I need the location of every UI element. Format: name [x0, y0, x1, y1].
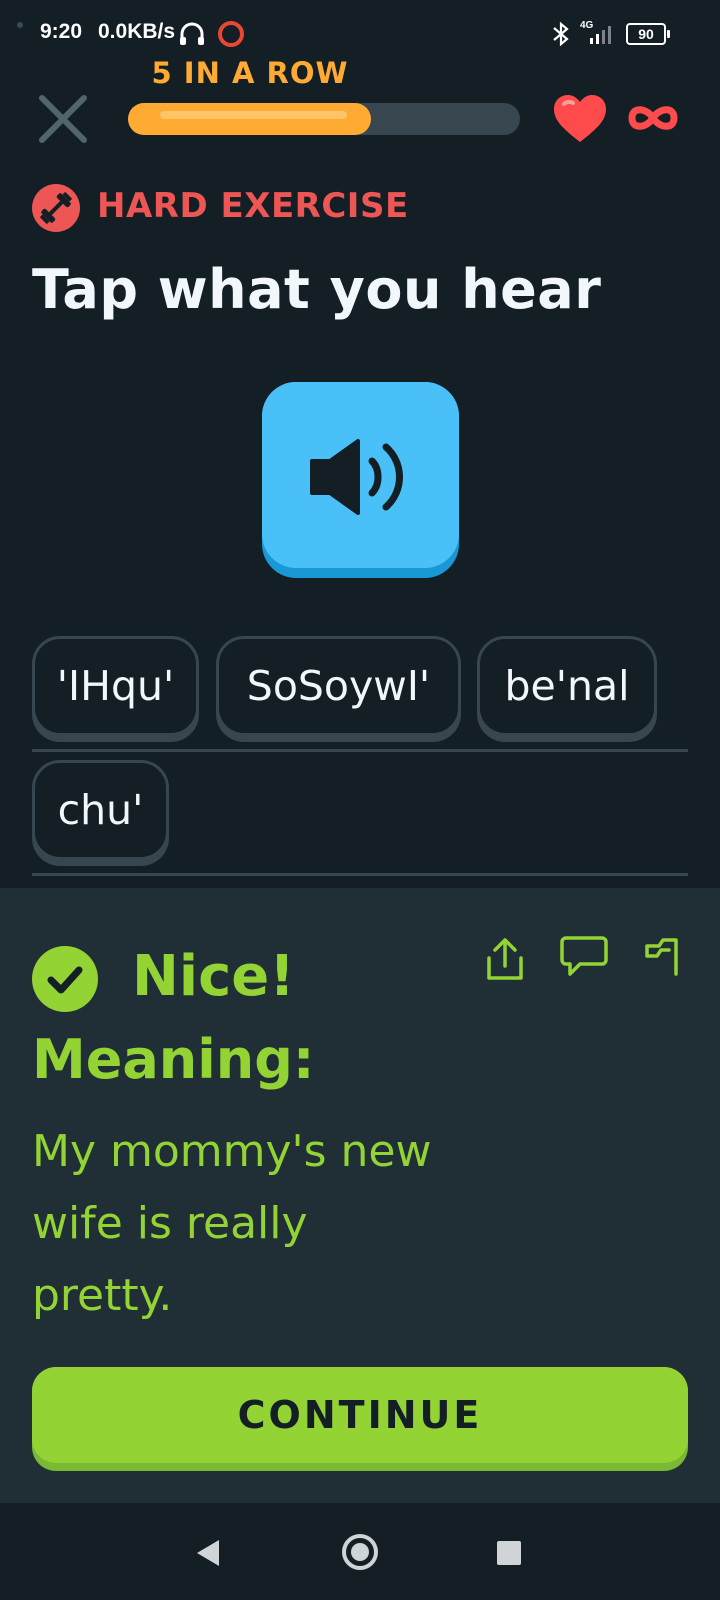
close-icon: [39, 95, 87, 143]
play-audio-button[interactable]: [262, 382, 459, 578]
answer-line: [32, 749, 688, 752]
battery-indicator: 90: [626, 23, 670, 45]
recording-icon: [218, 21, 244, 47]
notification-dot: [17, 22, 23, 28]
network-type-label: 4G: [580, 20, 594, 31]
word-chip[interactable]: 'IHqu': [32, 636, 199, 736]
speaker-icon: [310, 439, 403, 515]
report-flag-icon[interactable]: [643, 934, 683, 986]
word-chip[interactable]: SoSoywI': [216, 636, 461, 736]
progress-shine: [160, 111, 348, 119]
lesson-progress-bar: [128, 103, 520, 135]
continue-button[interactable]: CONTINUE: [32, 1367, 688, 1463]
answer-line: [32, 873, 688, 876]
recent-apps-icon[interactable]: [497, 1541, 521, 1565]
result-heading: Nice!: [132, 944, 295, 1009]
word-chip[interactable]: be'nal: [477, 636, 657, 736]
word-chip[interactable]: chu': [32, 760, 169, 860]
difficulty-label: HARD EXERCISE: [97, 186, 409, 226]
progress-fill: [128, 103, 372, 135]
bluetooth-icon: [550, 20, 572, 52]
status-network-speed: 0.0KB/s: [98, 20, 176, 43]
meaning-label: Meaning:: [32, 1028, 315, 1091]
back-icon[interactable]: [195, 1538, 221, 1572]
heart-icon[interactable]: [552, 94, 608, 148]
check-icon: [32, 946, 98, 1012]
signal-icon: 4G: [580, 18, 620, 52]
comment-icon[interactable]: [560, 934, 608, 982]
headset-icon: [178, 22, 206, 50]
exercise-prompt: Tap what you hear: [32, 258, 602, 321]
home-icon[interactable]: [342, 1534, 378, 1570]
close-button[interactable]: [34, 90, 92, 148]
status-time: 9:20: [40, 20, 83, 43]
infinity-hearts-icon: [626, 100, 680, 140]
share-icon[interactable]: [485, 934, 525, 988]
streak-label: 5 IN A ROW: [151, 56, 349, 90]
translation-text: My mommy's new wife is really pretty.: [32, 1126, 432, 1321]
dumbbell-icon: [32, 184, 80, 232]
